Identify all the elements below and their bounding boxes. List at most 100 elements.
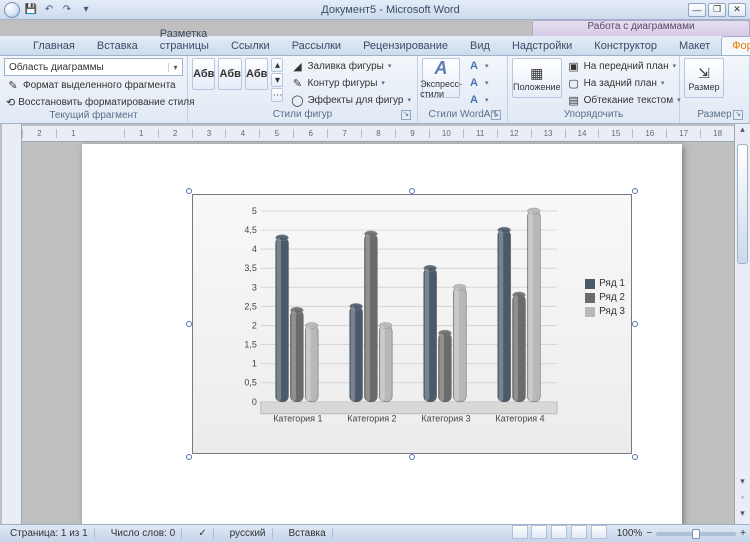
format-selection-button[interactable]: ✎ Формат выделенного фрагмента	[4, 77, 183, 93]
view-outline-icon[interactable]	[571, 525, 587, 539]
shape-outline-button[interactable]: ✎Контур фигуры▾	[288, 75, 413, 91]
svg-text:0: 0	[252, 397, 257, 407]
svg-text:2: 2	[252, 320, 257, 330]
svg-text:3: 3	[252, 282, 257, 292]
text-wrap-button[interactable]: ▤Обтекание текстом▾	[565, 92, 683, 108]
vertical-ruler[interactable]	[2, 124, 22, 524]
undo-icon[interactable]: ↶	[42, 3, 56, 17]
chart-plot-area: 00,511,522,533,544,55Категория 1Категори…	[233, 207, 561, 424]
text-effects-icon: A	[467, 93, 481, 107]
scroll-up-icon[interactable]: ▴	[735, 124, 750, 140]
close-button[interactable]: ✕	[728, 3, 746, 17]
group-shape-styles: Абв Абв Абв ▴ ▾ ⋯ ◢Заливка фигуры▾ ✎Конт…	[188, 56, 418, 123]
group-label: Стили WordArt↘	[422, 109, 503, 123]
dialog-launcher-icon[interactable]: ↘	[401, 110, 411, 120]
qat-menu-icon[interactable]: ▾	[79, 3, 93, 17]
legend-label: Ряд 1	[599, 278, 625, 289]
tab-вставка[interactable]: Вставка	[86, 36, 149, 55]
shape-style-preset[interactable]: Абв	[192, 58, 215, 90]
document-workspace: 21123456789101112131415161718 00,511,522…	[0, 124, 750, 524]
next-page-icon[interactable]: ▾	[735, 508, 750, 524]
bring-front-button[interactable]: ▣На передний план▾	[565, 58, 683, 74]
tab-макет[interactable]: Макет	[668, 36, 721, 55]
dialog-launcher-icon[interactable]: ↘	[491, 110, 501, 120]
group-size: ⇲ Размер Размер↘	[680, 56, 750, 123]
gallery-up-icon[interactable]: ▴	[271, 58, 283, 72]
format-selection-icon: ✎	[6, 78, 20, 92]
text-outline-button[interactable]: A▾	[465, 75, 491, 91]
zoom-in-button[interactable]: +	[740, 528, 746, 539]
tab-главная[interactable]: Главная	[22, 36, 86, 55]
chart-legend: Ряд 1Ряд 2Ряд 3	[585, 275, 625, 320]
shape-fill-button[interactable]: ◢Заливка фигуры▾	[288, 58, 413, 74]
contextual-tab-header: Работа с диаграммами	[0, 20, 750, 36]
view-draft-icon[interactable]	[591, 525, 607, 539]
gallery-down-icon[interactable]: ▾	[271, 73, 283, 87]
status-mode[interactable]: Вставка	[283, 528, 333, 539]
send-back-button[interactable]: ▢На задний план▾	[565, 75, 683, 91]
zoom-control: 100% − +	[617, 528, 746, 539]
text-effects-button[interactable]: A▾	[465, 92, 491, 108]
svg-text:0,5: 0,5	[244, 378, 256, 388]
reset-style-button[interactable]: ⟲ Восстановить форматирование стиля	[4, 94, 183, 110]
contextual-title: Работа с диаграммами	[532, 20, 750, 36]
tab-разметка страницы[interactable]: Разметка страницы	[149, 24, 220, 55]
legend-swatch-icon	[585, 279, 595, 289]
zoom-slider[interactable]	[656, 532, 736, 536]
restore-button[interactable]: ❐	[708, 3, 726, 17]
save-icon[interactable]: 💾	[24, 3, 38, 17]
status-word-count[interactable]: Число слов: 0	[105, 528, 182, 539]
svg-text:Категория 4: Категория 4	[495, 414, 544, 424]
pen-icon-outline: ✎	[290, 76, 304, 90]
minimize-button[interactable]: —	[688, 3, 706, 17]
svg-text:Категория 3: Категория 3	[421, 414, 470, 424]
document-area[interactable]: 21123456789101112131415161718 00,511,522…	[22, 124, 750, 524]
scroll-thumb[interactable]	[737, 144, 748, 264]
zoom-value[interactable]: 100%	[617, 528, 643, 539]
tab-ссылки[interactable]: Ссылки	[220, 36, 281, 55]
vertical-scrollbar[interactable]: ▴ ▾ ◦ ▾	[734, 124, 750, 524]
status-proofing-icon[interactable]: ✓	[192, 528, 213, 539]
dialog-launcher-icon[interactable]: ↘	[733, 110, 743, 120]
effects-icon: ◯	[290, 93, 304, 107]
status-language[interactable]: русский	[224, 528, 273, 539]
view-print-layout-icon[interactable]	[512, 525, 528, 539]
paint-bucket-icon: ◢	[290, 59, 304, 73]
gallery-more-icon[interactable]: ⋯	[271, 88, 283, 102]
tab-вид[interactable]: Вид	[459, 36, 501, 55]
group-current-selection: Область диаграммы ▾ ✎ Формат выделенного…	[0, 56, 188, 123]
zoom-out-button[interactable]: −	[646, 528, 652, 539]
svg-text:2,5: 2,5	[244, 301, 256, 311]
svg-text:5: 5	[252, 207, 257, 216]
scroll-down-icon[interactable]: ▾	[735, 476, 750, 492]
redo-icon[interactable]: ↷	[60, 3, 74, 17]
view-web-icon[interactable]	[551, 525, 567, 539]
tab-надстройки[interactable]: Надстройки	[501, 36, 583, 55]
shape-effects-button[interactable]: ◯Эффекты для фигур▾	[288, 92, 413, 108]
chart-element-combo-value: Область диаграммы	[5, 62, 168, 73]
chart-object[interactable]: 00,511,522,533,544,55Категория 1Категори…	[192, 194, 632, 454]
size-button[interactable]: ⇲ Размер	[684, 58, 724, 98]
shape-style-preset[interactable]: Абв	[245, 58, 268, 90]
tab-рецензирование[interactable]: Рецензирование	[352, 36, 459, 55]
size-icon: ⇲	[698, 65, 710, 82]
ribbon: Область диаграммы ▾ ✎ Формат выделенного…	[0, 56, 750, 124]
office-button[interactable]	[4, 2, 20, 18]
tab-конструктор[interactable]: Конструктор	[583, 36, 668, 55]
position-button[interactable]: ▦ Положение	[512, 58, 562, 98]
quick-styles-button[interactable]: A Экспресс-стили	[422, 58, 460, 98]
tab-формат[interactable]: Формат	[721, 36, 750, 55]
shape-style-preset[interactable]: Абв	[218, 58, 241, 90]
text-fill-button[interactable]: A▾	[465, 58, 491, 74]
reset-style-icon: ⟲	[6, 95, 15, 109]
send-back-icon: ▢	[567, 76, 581, 90]
horizontal-ruler[interactable]: 21123456789101112131415161718	[22, 126, 734, 142]
tab-рассылки[interactable]: Рассылки	[281, 36, 352, 55]
view-fullscreen-icon[interactable]	[531, 525, 547, 539]
chevron-down-icon[interactable]: ▾	[168, 63, 182, 72]
page: 00,511,522,533,544,55Категория 1Категори…	[82, 144, 682, 524]
status-page[interactable]: Страница: 1 из 1	[4, 528, 95, 539]
chart-element-combo[interactable]: Область диаграммы ▾	[4, 58, 183, 76]
prev-page-icon[interactable]: ◦	[735, 492, 750, 508]
svg-text:1: 1	[252, 359, 257, 369]
